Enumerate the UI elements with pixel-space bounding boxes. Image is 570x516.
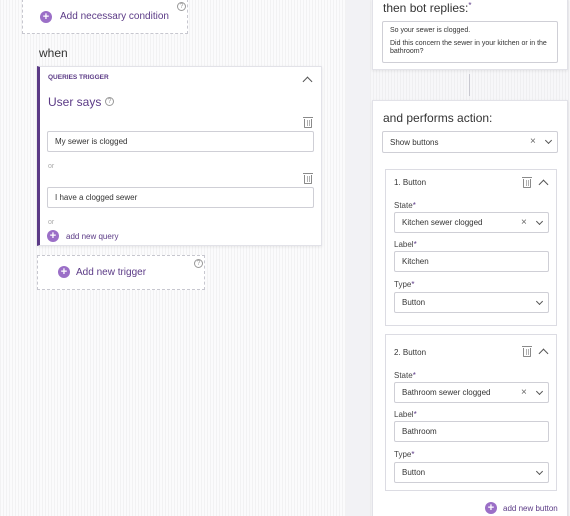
delete-button-icon[interactable] xyxy=(522,177,532,188)
bot-replies-title: then bot replies:* xyxy=(383,1,472,15)
button-config-card-1: 1. Button State* Kitchen sewer clogged ×… xyxy=(385,169,557,326)
delete-button-icon[interactable] xyxy=(522,346,532,357)
state-select[interactable]: Kitchen sewer clogged × xyxy=(394,212,549,233)
responses-panel: then bot replies:* So your sewer is clog… xyxy=(346,0,570,516)
chevron-down-icon[interactable] xyxy=(535,297,544,306)
queries-trigger-card: QUERIES TRIGGER User says ? My sewer is … xyxy=(37,66,322,246)
plus-icon: + xyxy=(40,11,52,23)
delete-query-icon[interactable] xyxy=(303,173,313,184)
action-select-value: Show buttons xyxy=(390,137,439,147)
add-query-link[interactable]: + add new query xyxy=(47,230,147,243)
clear-icon[interactable]: × xyxy=(530,137,536,147)
label-label: Label* xyxy=(394,240,417,249)
conditions-panel: + Add necessary condition ? when QUERIES… xyxy=(0,0,346,516)
delete-query-icon[interactable] xyxy=(303,117,313,128)
add-button-label: add new button xyxy=(503,504,558,513)
reply-line: Did this concern the sewer in your kitch… xyxy=(390,40,547,55)
plus-icon: + xyxy=(47,230,59,242)
help-icon[interactable]: ? xyxy=(194,259,203,268)
bot-replies-card: then bot replies:* So your sewer is clog… xyxy=(372,0,568,70)
collapse-chevron-icon[interactable] xyxy=(538,348,549,359)
plus-icon: + xyxy=(58,266,70,278)
help-icon[interactable]: ? xyxy=(105,97,114,106)
bot-reply-textarea[interactable]: So your sewer is clogged. Did this conce… xyxy=(382,21,558,63)
or-label: or xyxy=(48,219,55,226)
clear-icon[interactable]: × xyxy=(521,218,527,228)
add-condition-box[interactable]: + Add necessary condition ? xyxy=(22,0,188,34)
reply-line: So your sewer is clogged. xyxy=(390,27,471,34)
add-trigger-box[interactable]: + Add new trigger ? xyxy=(37,255,205,290)
add-query-label: add new query xyxy=(66,232,119,241)
label-input[interactable]: Bathroom xyxy=(394,421,549,442)
chevron-down-icon[interactable] xyxy=(535,467,544,476)
query-input-1[interactable]: My sewer is clogged xyxy=(47,131,314,152)
type-label: Type* xyxy=(394,450,415,459)
button-header: 1. Button xyxy=(394,178,427,187)
type-label: Type* xyxy=(394,280,415,289)
type-select[interactable]: Button xyxy=(394,462,549,483)
add-button-link[interactable]: + add new button xyxy=(485,502,565,515)
state-label: State* xyxy=(394,201,416,210)
performs-action-title: and performs action: xyxy=(383,111,493,125)
when-label: when xyxy=(39,46,68,60)
chevron-down-icon[interactable] xyxy=(535,387,544,396)
button-header: 2. Button xyxy=(394,348,427,357)
clear-icon[interactable]: × xyxy=(521,388,527,398)
label-input[interactable]: Kitchen xyxy=(394,251,549,272)
label-label: Label* xyxy=(394,410,417,419)
collapse-chevron-icon[interactable] xyxy=(538,179,549,190)
query-text: My sewer is clogged xyxy=(55,137,128,146)
state-label: State* xyxy=(394,371,416,380)
collapse-chevron-icon[interactable] xyxy=(302,76,313,87)
type-select[interactable]: Button xyxy=(394,292,549,313)
or-label: or xyxy=(48,163,55,170)
action-card: and performs action: Show buttons × 1. B… xyxy=(372,100,568,516)
help-icon[interactable]: ? xyxy=(177,2,186,11)
state-select[interactable]: Bathroom sewer clogged × xyxy=(394,382,549,403)
plus-icon: + xyxy=(485,502,497,514)
add-condition-label: Add necessary condition xyxy=(60,11,169,22)
chevron-down-icon[interactable] xyxy=(535,217,544,226)
trigger-title: User says xyxy=(48,95,102,109)
add-trigger-label: Add new trigger xyxy=(76,267,147,278)
chevron-down-icon[interactable] xyxy=(544,136,553,145)
connector-line xyxy=(469,74,470,96)
trigger-type-label: QUERIES TRIGGER xyxy=(48,74,109,81)
query-text: I have a clogged sewer xyxy=(55,193,138,202)
query-input-2[interactable]: I have a clogged sewer xyxy=(47,187,314,208)
button-config-card-2: 2. Button State* Bathroom sewer clogged … xyxy=(385,334,557,491)
action-select[interactable]: Show buttons × xyxy=(382,131,558,153)
